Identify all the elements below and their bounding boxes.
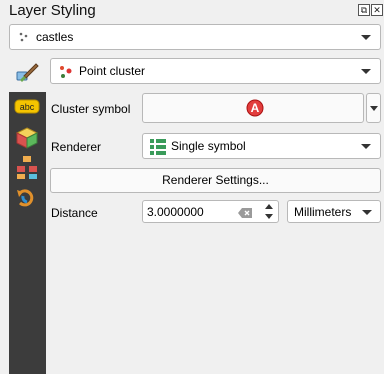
- cluster-symbol-label: Cluster symbol: [51, 102, 131, 116]
- distance-label: Distance: [51, 206, 98, 220]
- labels-abc-icon[interactable]: abc: [13, 96, 41, 120]
- distance-unit-select[interactable]: Millimeters: [287, 200, 381, 223]
- chevron-down-icon: [362, 209, 372, 215]
- point-layer-icon: [18, 31, 30, 43]
- title-bar: Layer Styling ⧉ ✕: [0, 0, 384, 22]
- distance-unit-value: Millimeters: [294, 204, 352, 219]
- renderer-label: Renderer: [51, 140, 102, 154]
- spin-down-icon[interactable]: [265, 214, 273, 219]
- spin-up-icon[interactable]: [265, 204, 273, 209]
- chevron-down-icon: [361, 144, 371, 149]
- svg-text:abc: abc: [20, 102, 35, 112]
- distance-input[interactable]: 3.0000000: [142, 200, 279, 223]
- point-cluster-icon: [59, 65, 73, 79]
- renderer-select[interactable]: Single symbol: [142, 133, 381, 159]
- cluster-marker-icon: A: [246, 99, 264, 117]
- chevron-down-icon: [361, 35, 371, 40]
- layer-select[interactable]: castles: [9, 24, 381, 50]
- close-icon[interactable]: ✕: [371, 4, 383, 16]
- 3d-view-icon[interactable]: [13, 126, 41, 150]
- renderer-type-value: Point cluster: [79, 64, 146, 78]
- float-icon[interactable]: ⧉: [358, 4, 370, 16]
- renderer-type-select[interactable]: Point cluster: [50, 58, 381, 84]
- single-symbol-icon: [149, 138, 167, 156]
- style-sidebar: abc: [9, 92, 46, 374]
- diagrams-icon[interactable]: [13, 154, 41, 179]
- panel-title: Layer Styling: [9, 2, 96, 19]
- cluster-symbol-button[interactable]: A: [142, 93, 364, 123]
- chevron-down-icon: [370, 106, 378, 111]
- history-icon[interactable]: [13, 186, 41, 210]
- renderer-settings-button[interactable]: Renderer Settings...: [50, 168, 381, 193]
- cluster-symbol-menu-button[interactable]: [366, 93, 381, 123]
- distance-value: 3.0000000: [147, 204, 204, 219]
- symbology-brush-icon[interactable]: [14, 60, 42, 84]
- cluster-marker-letter: A: [250, 101, 260, 115]
- clear-icon[interactable]: [238, 207, 252, 218]
- layer-select-value: castles: [36, 30, 74, 44]
- chevron-down-icon: [361, 69, 371, 74]
- renderer-value: Single symbol: [171, 139, 246, 153]
